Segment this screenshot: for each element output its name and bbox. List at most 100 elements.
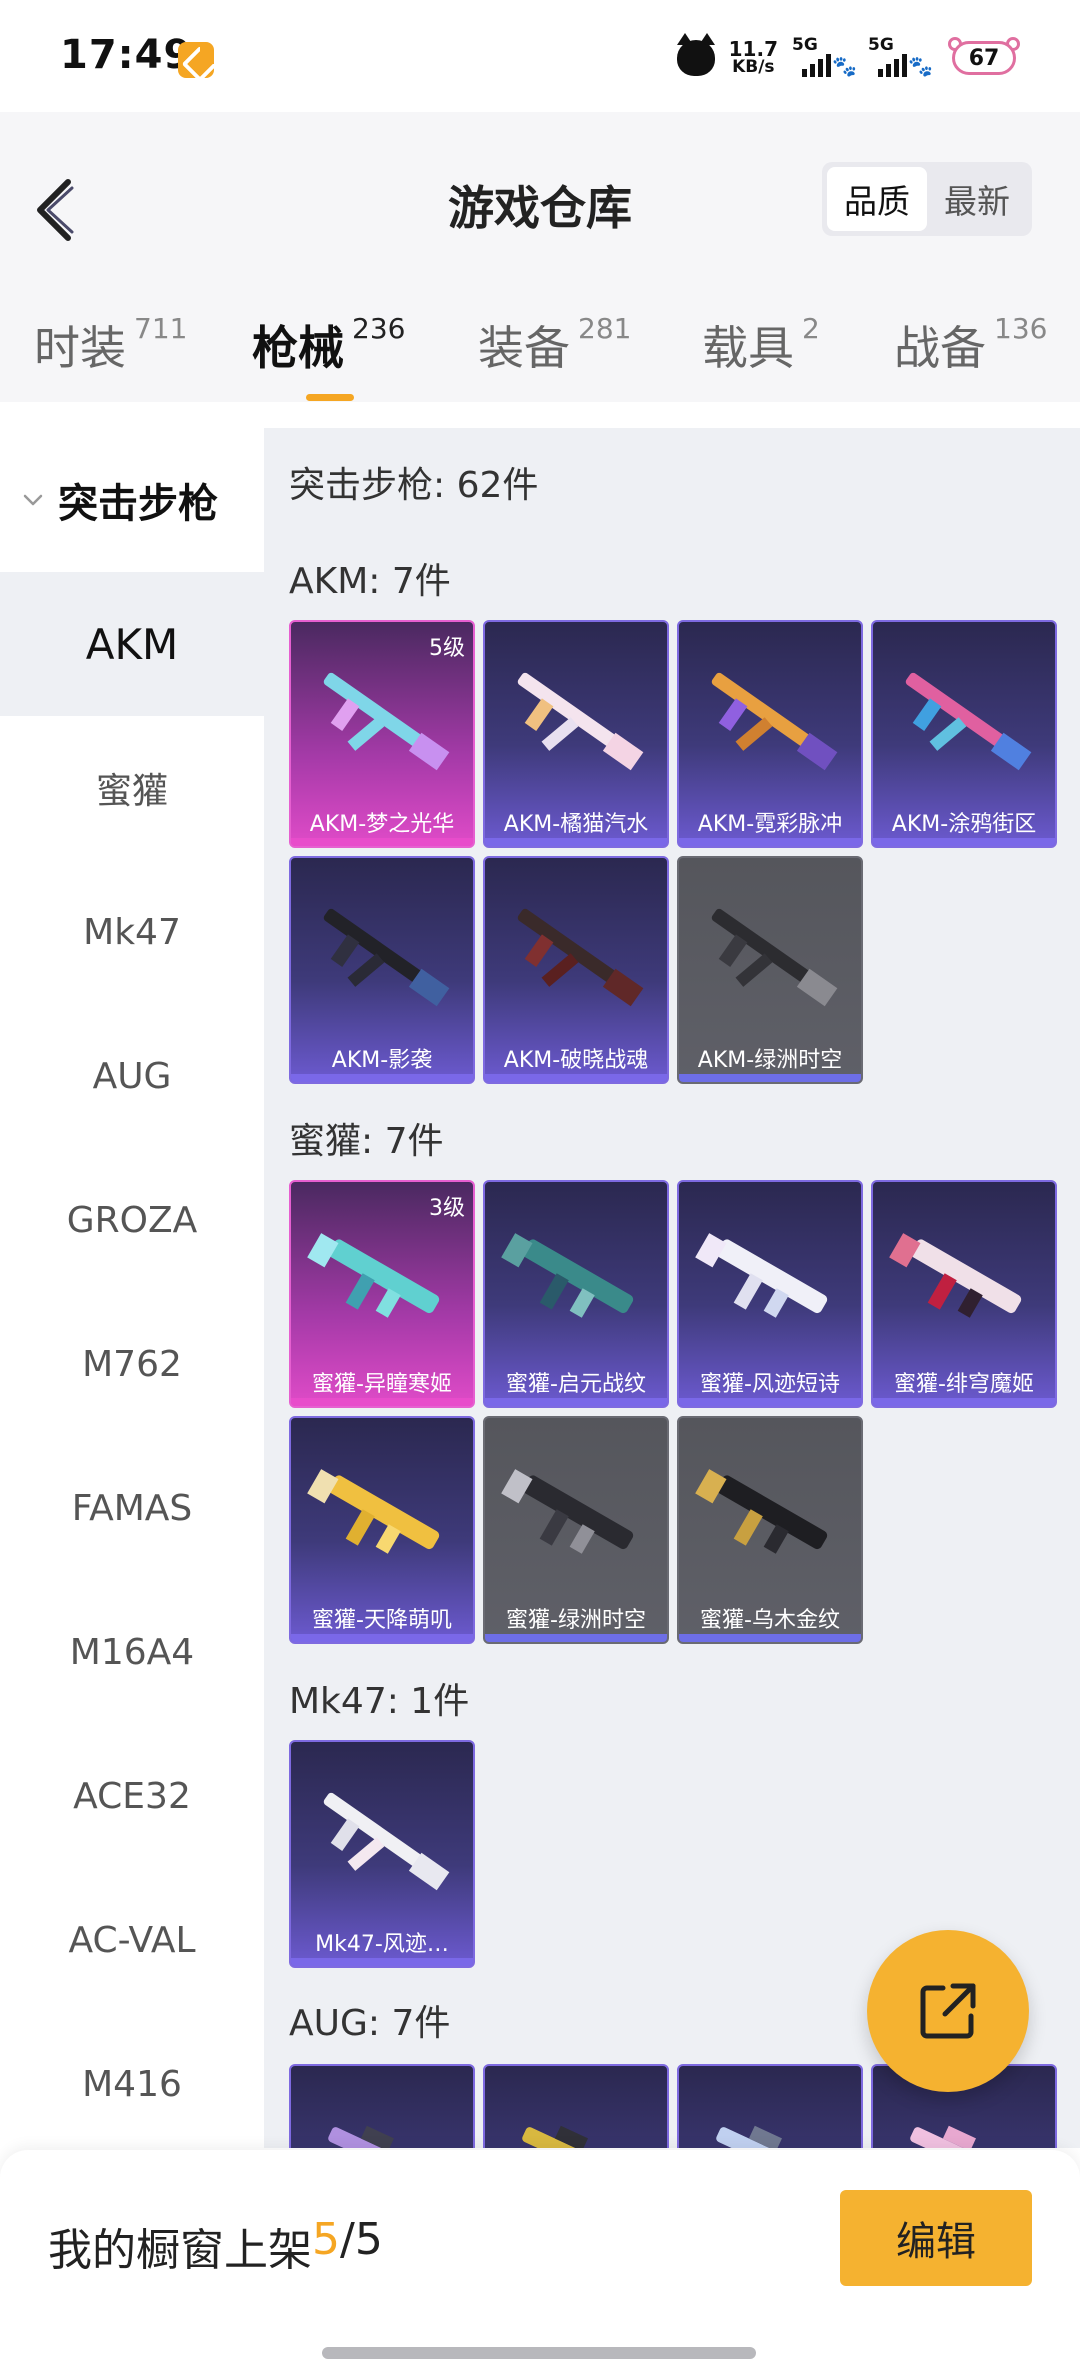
sidebar-item-groza[interactable]: GROZA bbox=[0, 1148, 264, 1292]
rifle-icon bbox=[522, 2125, 645, 2148]
section-title-aug: AUG: 7件 bbox=[289, 2003, 451, 2044]
smg-icon bbox=[501, 1469, 634, 1554]
smg-icon bbox=[501, 1233, 634, 1318]
weapon-card[interactable]: AKM-绿洲时空 bbox=[677, 856, 863, 1084]
weapon-card[interactable]: AKM-涂鸦街区 bbox=[871, 620, 1057, 848]
weapon-card[interactable]: 蜜獾-绿洲时空 bbox=[483, 1416, 669, 1644]
status-icons: 11.7 KB/s 5G 5G 67 bbox=[676, 30, 1024, 86]
weapon-name: 蜜獾-天降萌叽 bbox=[312, 1608, 452, 1633]
weapon-card[interactable]: 3级 蜜獾-异瞳寒姬 bbox=[289, 1180, 475, 1408]
section-title-honey-badger: 蜜獾: 7件 bbox=[289, 1121, 444, 1162]
sidebar-item-m416[interactable]: M416 bbox=[0, 2012, 264, 2156]
weapon-card[interactable]: 5级 AKM-梦之光华 bbox=[289, 620, 475, 848]
smg-icon bbox=[307, 1233, 440, 1318]
rifle-icon bbox=[711, 908, 838, 1007]
network-speed-value: 11.7 bbox=[728, 37, 778, 61]
rifle-icon bbox=[905, 672, 1032, 771]
weapon-name: AKM-涂鸦街区 bbox=[891, 812, 1037, 837]
tab-weapons[interactable]: 枪械 236 bbox=[252, 312, 405, 378]
rifle-icon bbox=[517, 672, 644, 771]
sidebar-item-ace32[interactable]: ACE32 bbox=[0, 1724, 264, 1868]
weapon-list[interactable]: 突击步枪: 62件 AKM: 7件 5级 AKM-梦之光华 AKM-橘猫汽水 A… bbox=[264, 428, 1080, 2148]
tab-vehicles[interactable]: 载具 2 bbox=[702, 312, 820, 378]
weapon-name: 蜜獾-异瞳寒姬 bbox=[312, 1372, 452, 1397]
rifle-icon bbox=[716, 2125, 839, 2148]
tab-supplies[interactable]: 战备 136 bbox=[894, 312, 1047, 378]
sidebar-item-m762[interactable]: M762 bbox=[0, 1292, 264, 1436]
status-bar: 17:49 11.7 KB/s 5G 5G 67 bbox=[0, 0, 1080, 112]
weapon-card[interactable]: AKM-影袭 bbox=[289, 856, 475, 1084]
tab-fashion[interactable]: 时装 711 bbox=[34, 312, 187, 378]
weapon-card[interactable] bbox=[483, 2064, 669, 2148]
weapon-card[interactable]: 蜜獾-天降萌叽 bbox=[289, 1416, 475, 1644]
category-title: 突击步枪: 62件 bbox=[289, 465, 539, 506]
rifle-icon bbox=[517, 908, 644, 1007]
showcase-total-count: /5 bbox=[340, 2214, 383, 2265]
home-indicator[interactable] bbox=[322, 2347, 756, 2359]
tab-count: 711 bbox=[134, 312, 188, 345]
status-time: 17:49 bbox=[60, 32, 193, 78]
sidebar-group-assault-rifles[interactable]: 突击步枪 bbox=[0, 428, 264, 572]
sidebar-item-ac-val[interactable]: AC-VAL bbox=[0, 1868, 264, 2012]
active-tab-indicator bbox=[306, 394, 354, 401]
network-speed-unit: KB/s bbox=[732, 57, 775, 77]
sidebar-item-m16a4[interactable]: M16A4 bbox=[0, 1580, 264, 1724]
chevron-down-icon bbox=[23, 494, 43, 506]
weapon-name: 蜜獾-风迹短诗 bbox=[700, 1372, 840, 1397]
rifle-icon bbox=[910, 2125, 1033, 2148]
weapon-card[interactable] bbox=[677, 2064, 863, 2148]
weapon-name: 蜜獾-绿洲时空 bbox=[506, 1608, 646, 1633]
weapon-name: AKM-绿洲时空 bbox=[697, 1048, 843, 1073]
section-title-akm: AKM: 7件 bbox=[289, 561, 451, 602]
rifle-icon bbox=[323, 908, 450, 1007]
weapon-card[interactable]: 蜜獾-风迹短诗 bbox=[677, 1180, 863, 1408]
weapon-name: 蜜獾-启元战纹 bbox=[506, 1372, 646, 1397]
weapon-name: AKM-霓彩脉冲 bbox=[697, 812, 843, 837]
rifle-icon bbox=[323, 1792, 450, 1891]
tab-label: 载具 bbox=[702, 321, 794, 375]
tab-count: 2 bbox=[802, 312, 820, 345]
sort-toggle: 品质 最新 bbox=[822, 162, 1032, 236]
section-title-mk47: Mk47: 1件 bbox=[289, 1681, 470, 1722]
tab-equipment[interactable]: 装备 281 bbox=[478, 312, 631, 378]
sidebar-item-famas[interactable]: FAMAS bbox=[0, 1436, 264, 1580]
share-external-icon bbox=[920, 1983, 976, 2039]
cat-icon bbox=[676, 33, 715, 76]
tab-count: 281 bbox=[578, 312, 632, 345]
weapon-card[interactable]: AKM-霓彩脉冲 bbox=[677, 620, 863, 848]
sidebar-item-honey-badger[interactable]: 蜜獾 bbox=[0, 716, 264, 860]
weapon-name: 蜜獾-乌木金纹 bbox=[700, 1608, 840, 1633]
tab-count: 136 bbox=[994, 312, 1048, 345]
sidebar-item-akm[interactable]: AKM bbox=[0, 572, 264, 716]
weapon-card[interactable]: 蜜獾-乌木金纹 bbox=[677, 1416, 863, 1644]
weapon-card[interactable]: AKM-橘猫汽水 bbox=[483, 620, 669, 848]
sort-quality-button[interactable]: 品质 bbox=[827, 167, 927, 231]
weapon-name: AKM-橘猫汽水 bbox=[503, 812, 649, 837]
showcase-label: 我的橱窗上架 bbox=[48, 2225, 312, 2276]
category-tabs: 时装 711 枪械 236 装备 281 载具 2 战备 136 bbox=[0, 312, 1080, 402]
share-button[interactable] bbox=[867, 1930, 1029, 2092]
weapon-card[interactable]: 蜜獾-绯穹魔姬 bbox=[871, 1180, 1057, 1408]
rifle-icon bbox=[323, 672, 450, 771]
showcase-current-count: 5 bbox=[312, 2214, 340, 2265]
sim2-label: 5G bbox=[868, 35, 894, 55]
signal-icon-sim1: 5G bbox=[792, 35, 854, 81]
weapon-name: AKM-破晓战魂 bbox=[503, 1048, 649, 1073]
sort-newest-button[interactable]: 最新 bbox=[927, 167, 1027, 231]
battery-icon: 67 bbox=[944, 35, 1024, 81]
edit-button[interactable]: 编辑 bbox=[840, 2190, 1032, 2286]
signal-icon-sim2: 5G bbox=[868, 35, 930, 81]
sidebar-item-mk47[interactable]: Mk47 bbox=[0, 860, 264, 1004]
tab-label: 时装 bbox=[34, 321, 126, 375]
tab-label: 战备 bbox=[894, 321, 986, 375]
sidebar-item-aug[interactable]: AUG bbox=[0, 1004, 264, 1148]
weapon-card[interactable]: 蜜獾-启元战纹 bbox=[483, 1180, 669, 1408]
tab-label: 装备 bbox=[478, 321, 570, 375]
smg-icon bbox=[307, 1469, 440, 1554]
weapon-card[interactable] bbox=[289, 2064, 475, 2148]
weapon-card[interactable]: AKM-破晓战魂 bbox=[483, 856, 669, 1084]
weapon-name: Mk47-风迹… bbox=[315, 1932, 449, 1957]
sim1-label: 5G bbox=[792, 35, 818, 55]
header: 游戏仓库 品质 最新 时装 711 枪械 236 装备 281 载具 2 战备 … bbox=[0, 112, 1080, 402]
weapon-card[interactable]: Mk47-风迹… bbox=[289, 1740, 475, 1968]
